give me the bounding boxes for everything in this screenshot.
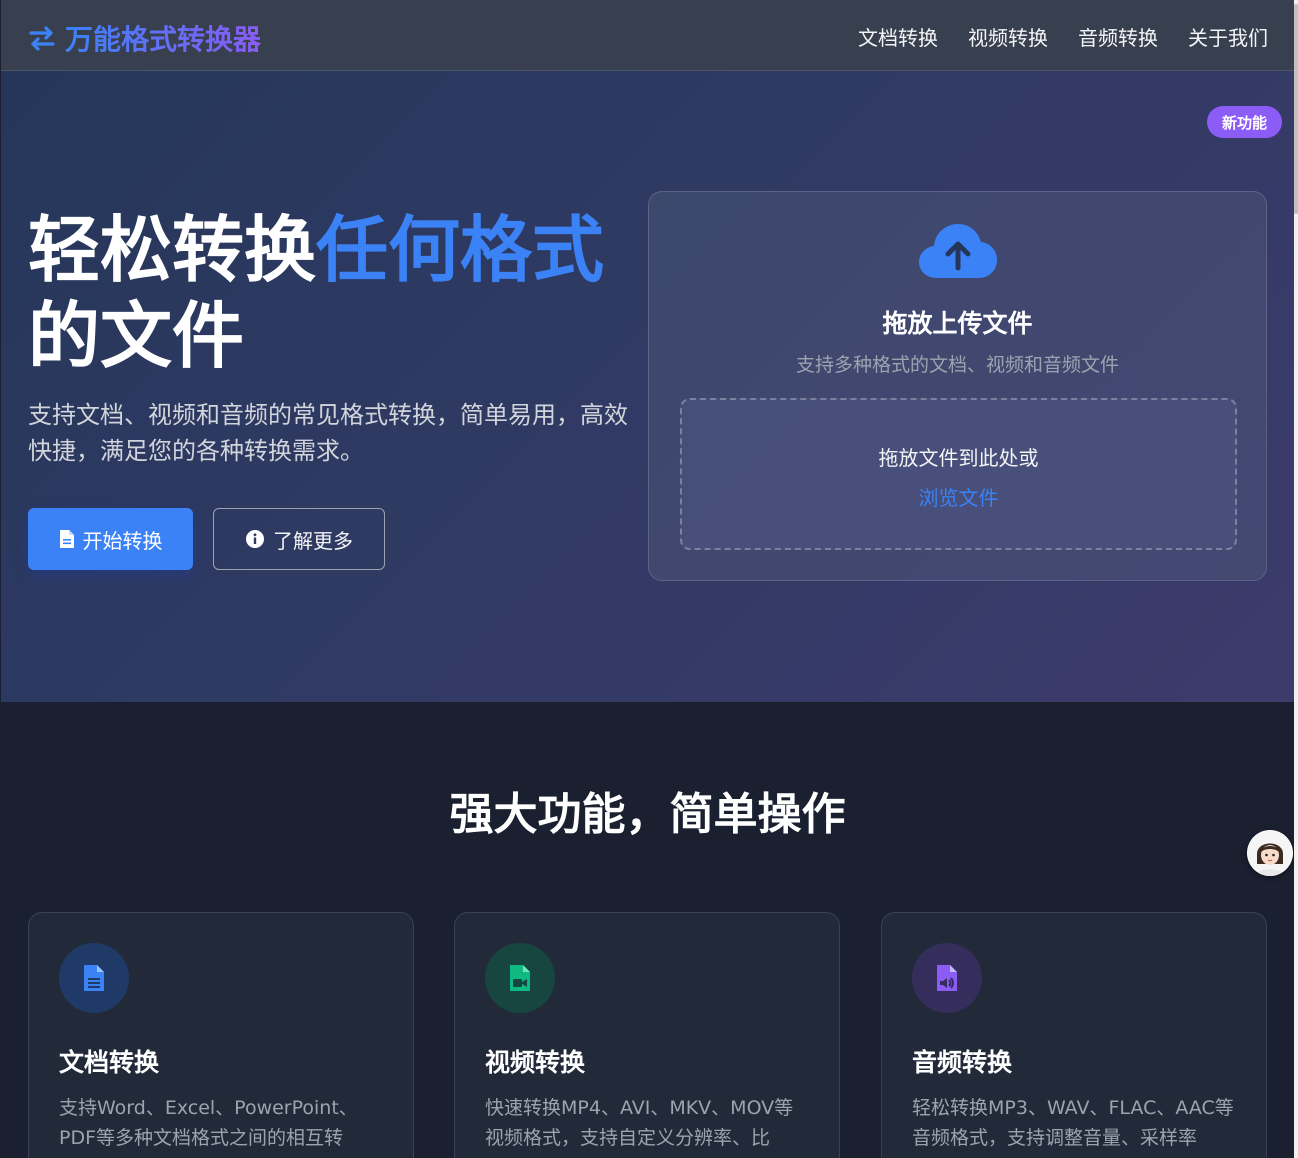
hero-title-highlight: 任何格式: [316, 208, 605, 292]
nav-link-video[interactable]: 视频转换: [968, 22, 1048, 51]
learn-more-label: 了解更多: [273, 528, 353, 553]
nav-link-about[interactable]: 关于我们: [1188, 22, 1268, 51]
hero-section: 轻松转换任何格式的文件 支持文档、视频和音频的常见格式转换，简单易用，高效快捷，…: [1, 71, 1294, 702]
exchange-icon: [29, 26, 55, 51]
feature-card-video[interactable]: 视频转换 快速转换MP4、AVI、MKV、MOV等视频格式，支持自定义分辨率、比: [454, 912, 840, 1158]
nav-link-document[interactable]: 文档转换: [858, 22, 938, 51]
navbar: 万能格式转换器 文档转换 视频转换 音频转换 关于我们: [1, 0, 1294, 71]
audio-file-icon: [937, 965, 957, 991]
hero-description: 支持文档、视频和音频的常见格式转换，简单易用，高效快捷，满足您的各种转换需求。: [28, 401, 628, 465]
nav-link-audio[interactable]: 音频转换: [1078, 22, 1158, 51]
card-description: 支持Word、Excel、PowerPoint、PDF等多种文档格式之间的相互转: [59, 1097, 358, 1149]
drop-text: 拖放文件到此处或: [878, 446, 1039, 470]
card-title: 文档转换: [59, 1048, 160, 1077]
file-icon: [59, 530, 74, 548]
feature-card-audio[interactable]: 音频转换 轻松转换MP3、WAV、FLAC、AAC等音频格式，支持调整音量、采样…: [881, 912, 1267, 1158]
hero-title-part2: 的文件: [28, 294, 245, 378]
video-file-icon: [510, 965, 530, 991]
start-convert-button[interactable]: 开始转换: [28, 508, 193, 570]
card-description: 快速转换MP4、AVI、MKV、MOV等视频格式，支持自定义分辨率、比: [485, 1097, 794, 1149]
upload-card: 拖放上传文件 支持多种格式的文档、视频和音频文件 拖放文件到此处或 浏览文件: [648, 191, 1267, 581]
card-title: 音频转换: [912, 1048, 1013, 1077]
cloud-upload-icon: [919, 224, 997, 278]
card-title: 视频转换: [485, 1048, 586, 1077]
card-icon-wrap: [59, 943, 129, 1013]
feature-card-document[interactable]: 文档转换 支持Word、Excel、PowerPoint、PDF等多种文档格式之…: [28, 912, 414, 1158]
start-convert-label: 开始转换: [82, 528, 163, 553]
new-feature-badge: 新功能: [1207, 106, 1282, 138]
info-icon: [246, 530, 264, 548]
features-title: 强大功能，简单操作: [449, 789, 846, 840]
document-icon: [84, 965, 104, 991]
upload-title: 拖放上传文件: [882, 309, 1033, 338]
learn-more-button[interactable]: 了解更多: [213, 508, 385, 570]
file-dropzone[interactable]: 拖放文件到此处或 浏览文件: [680, 398, 1237, 550]
upload-subtitle: 支持多种格式的文档、视频和音频文件: [795, 354, 1119, 376]
logo[interactable]: 万能格式转换器: [27, 18, 261, 58]
logo-text: 万能格式转换器: [65, 18, 261, 58]
page: 万能格式转换器 文档转换 视频转换 音频转换 关于我们 轻松转换任何格式的文件 …: [1, 0, 1294, 1158]
card-icon-wrap: [485, 943, 555, 1013]
browse-files-link[interactable]: 浏览文件: [682, 482, 1235, 511]
hero-title-part1: 轻松转换: [28, 208, 317, 292]
card-description: 轻松转换MP3、WAV、FLAC、AAC等音频格式，支持调整音量、采样率: [912, 1097, 1234, 1149]
avatar-icon: [1248, 831, 1292, 876]
assistant-avatar[interactable]: [1247, 830, 1293, 876]
nav-links: 文档转换 视频转换 音频转换 关于我们: [858, 22, 1268, 51]
card-icon-wrap: [912, 943, 982, 1013]
scrollbar-thumb[interactable]: [1294, 4, 1298, 214]
hero-title: 轻松转换任何格式的文件: [28, 207, 638, 379]
